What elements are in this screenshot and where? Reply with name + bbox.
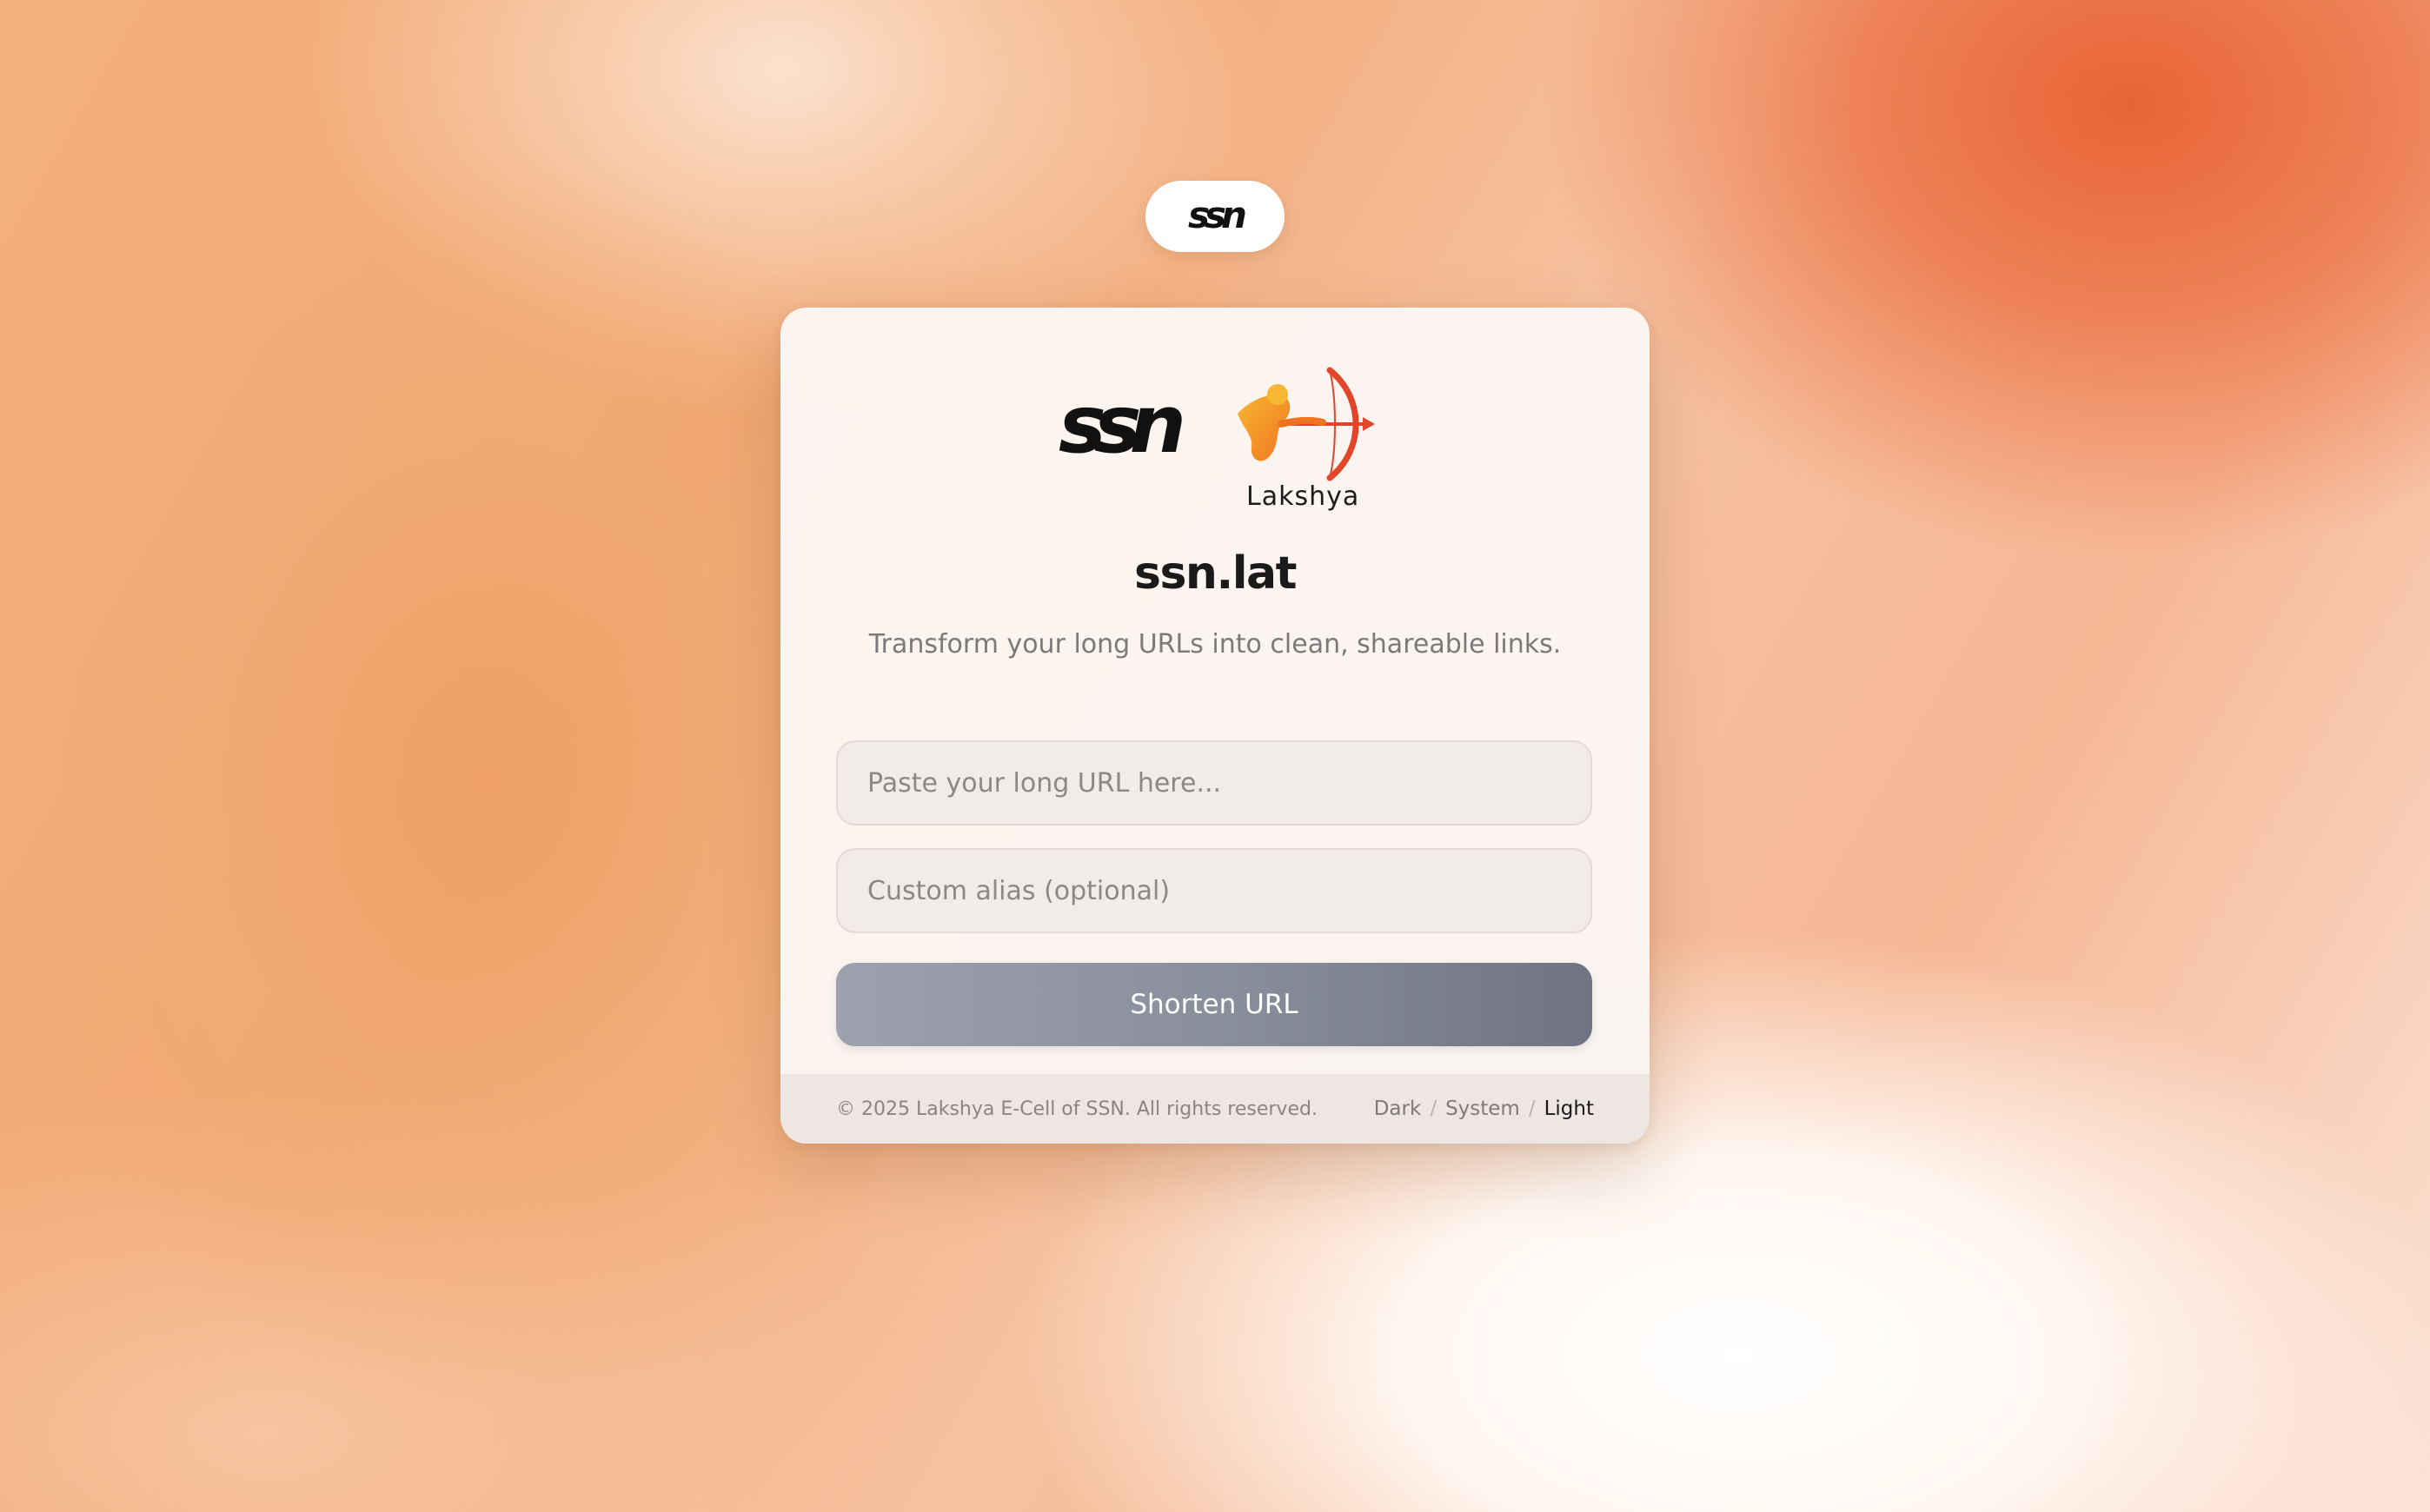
theme-option-dark[interactable]: Dark: [1374, 1098, 1422, 1120]
svg-text:ssn: ssn: [1059, 393, 1183, 462]
theme-option-light[interactable]: Light: [1544, 1098, 1594, 1120]
page-title: ssn.lat: [1134, 547, 1297, 600]
ssn-logo: ssn: [1059, 378, 1206, 471]
shorten-url-button[interactable]: Shorten URL: [836, 963, 1592, 1046]
ssn-logo-icon: ssn: [1188, 195, 1251, 236]
shortener-card: ssn Lakshya ssn.lat Transform your long …: [780, 308, 1650, 1144]
long-url-input[interactable]: [836, 740, 1592, 826]
lakshya-logo-caption: Lakshya: [1246, 481, 1360, 512]
theme-separator: /: [1430, 1098, 1437, 1120]
top-logo-pill[interactable]: ssn: [1145, 181, 1285, 252]
theme-option-system[interactable]: System: [1445, 1098, 1520, 1120]
page-subtitle: Transform your long URLs into clean, sha…: [868, 629, 1562, 660]
theme-separator: /: [1528, 1098, 1536, 1120]
svg-text:ssn: ssn: [1188, 195, 1245, 236]
card-footer: © 2025 Lakshya E-Cell of SSN. All rights…: [780, 1074, 1650, 1144]
custom-alias-input[interactable]: [836, 848, 1592, 933]
theme-switcher: Dark / System / Light: [1374, 1098, 1594, 1120]
lakshya-archer-icon: [1225, 363, 1382, 488]
copyright-text: © 2025 Lakshya E-Cell of SSN. All rights…: [836, 1098, 1318, 1120]
